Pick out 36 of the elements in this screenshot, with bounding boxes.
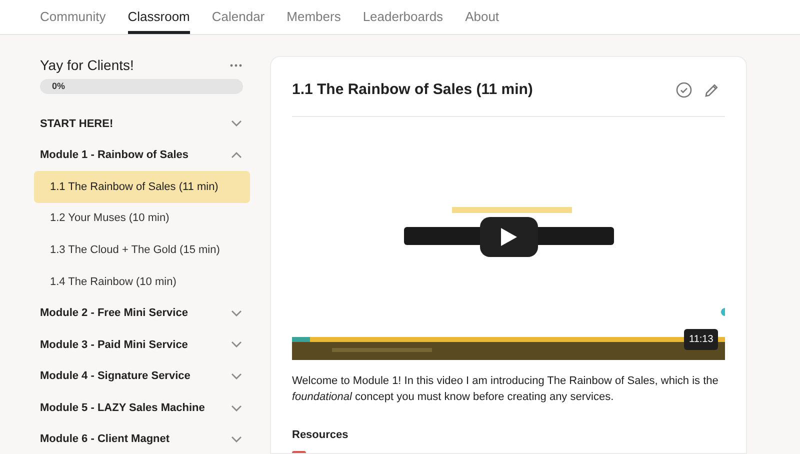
nav-tab[interactable]: Members <box>286 0 341 34</box>
nav-tab[interactable]: Calendar <box>212 0 265 34</box>
nav-tab[interactable]: Classroom <box>128 0 190 34</box>
nav-tab[interactable]: Leaderboards <box>362 0 444 34</box>
resources-heading: Resources <box>292 428 350 442</box>
module-item[interactable]: Module 1 - Rainbow of Sales <box>34 140 250 172</box>
play-icon <box>501 228 517 246</box>
module-item[interactable]: Module 2 - Free Mini Service <box>34 298 250 330</box>
nav-tab[interactable]: About <box>465 0 500 34</box>
play-button[interactable] <box>480 216 538 256</box>
more-icon[interactable] <box>230 64 242 66</box>
nav-tab[interactable]: Community <box>40 0 106 34</box>
duration-badge: 11:13 <box>684 328 718 350</box>
lesson-item[interactable]: 1.4 The Rainbow (10 min) <box>34 266 250 298</box>
lesson-description: Welcome to Module 1! In this video I am introducing The Rainbow of Sales, which is the foundational concept you must know before creating any services. <box>292 374 720 404</box>
lesson-item[interactable]: 1.2 Your Muses (10 min) <box>34 202 250 234</box>
lesson-title: 1.1 The Rainbow of Sales (11 min) <box>292 80 533 100</box>
lesson-item[interactable]: 1.3 The Cloud + The Gold (15 min) <box>34 234 250 266</box>
module-item[interactable]: Module 4 - Signature Service <box>34 360 250 392</box>
chevron-down-icon[interactable] <box>231 373 242 380</box>
progress-reading: 0% <box>52 80 66 93</box>
module-item[interactable]: Module 6 - Client Magnet <box>34 424 250 454</box>
chevron-down-icon[interactable] <box>231 404 242 412</box>
chevron-down-icon[interactable] <box>231 310 242 317</box>
course-title: Yay for Clients! <box>40 56 134 75</box>
module-item[interactable]: Module 5 - LAZY Sales Machine <box>34 392 250 424</box>
chevron-down-icon[interactable] <box>231 120 242 128</box>
check-circle-icon[interactable] <box>676 82 692 98</box>
chevron-down-icon[interactable] <box>231 436 242 444</box>
video-player[interactable]: 11:13 <box>292 128 725 360</box>
lesson-item[interactable]: 1.1 The Rainbow of Sales (11 min) <box>34 171 250 203</box>
pencil-icon[interactable] <box>704 82 719 98</box>
chevron-down-icon[interactable] <box>231 341 242 348</box>
chevron-up-icon[interactable] <box>231 152 242 159</box>
module-item[interactable]: Module 3 - Paid Mini Service <box>34 329 250 361</box>
module-item[interactable]: START HERE! <box>34 108 250 140</box>
